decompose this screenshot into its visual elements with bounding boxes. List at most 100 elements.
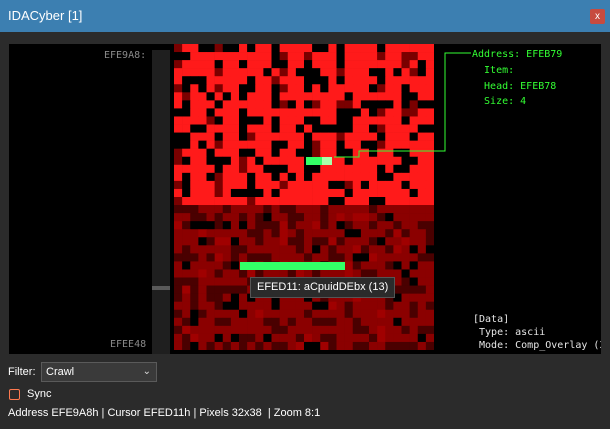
pixel [312, 108, 321, 117]
pixel [401, 293, 410, 302]
pixel [279, 132, 289, 141]
pixel [247, 52, 256, 61]
pixel [279, 92, 289, 101]
pixel [385, 341, 394, 350]
pixel [304, 148, 313, 158]
filter-dropdown[interactable]: Crawl ⌄ [41, 362, 157, 382]
pixel [344, 188, 354, 198]
pixel [328, 68, 337, 77]
pixel [393, 229, 402, 238]
pixel [214, 333, 224, 343]
data-header: [Data] [473, 314, 510, 325]
pixel [304, 76, 313, 85]
pixel [287, 156, 297, 166]
pixel [393, 84, 402, 93]
pixel [174, 213, 183, 222]
pixel [279, 188, 289, 198]
pixel [393, 92, 402, 101]
pixel [279, 108, 289, 117]
pixel [255, 317, 264, 327]
pixel [295, 164, 305, 174]
pixel [360, 317, 370, 327]
pixel [360, 124, 370, 133]
pixel [377, 221, 386, 230]
pixel [360, 172, 370, 182]
pixel [425, 172, 434, 182]
pixel [417, 205, 427, 214]
pixel [198, 132, 207, 141]
pixel [425, 148, 434, 158]
sync-checkbox[interactable] [9, 389, 20, 400]
pixel [295, 148, 305, 158]
pixel [287, 60, 297, 69]
pixel [182, 132, 191, 141]
pixel [304, 341, 313, 350]
pixel [344, 301, 354, 311]
pixel [198, 309, 207, 319]
pixel [369, 333, 378, 343]
pixel [174, 301, 183, 311]
sync-label[interactable]: Sync [27, 388, 51, 400]
scrollbar-thumb[interactable] [152, 286, 170, 290]
pixel [174, 44, 183, 53]
highlighted-item[interactable] [306, 157, 322, 165]
vertical-scrollbar[interactable] [152, 50, 170, 354]
pixel [385, 140, 394, 149]
pixel [401, 44, 410, 53]
highlighted-item[interactable] [240, 262, 345, 270]
pixel [198, 156, 207, 166]
pixel [409, 60, 419, 69]
pixel [425, 333, 434, 343]
pixel [336, 140, 345, 149]
pixel [239, 44, 248, 53]
pixel [182, 245, 191, 254]
pixel [352, 237, 362, 246]
pixel [239, 84, 248, 93]
pixel [425, 277, 434, 286]
pixel [263, 156, 272, 166]
pixel [336, 116, 345, 125]
pixel [214, 285, 224, 294]
pixel [279, 68, 289, 77]
pixel [320, 164, 329, 174]
pixel [287, 76, 297, 85]
pixel [360, 205, 370, 214]
pixel [263, 124, 272, 133]
pixel [328, 325, 337, 335]
pixel [230, 84, 240, 93]
pixel [369, 261, 378, 270]
pixel [190, 68, 199, 77]
pixel [369, 148, 378, 158]
pixel [287, 164, 297, 174]
pixel-viewer[interactable]: EFE9A8: EFEE48 Address: EFEB79 Item: Hea… [9, 44, 601, 354]
pixel [230, 156, 240, 166]
pixel [222, 140, 232, 149]
pixel [393, 108, 402, 117]
pixel [401, 317, 410, 327]
pixel [369, 44, 378, 53]
pixel [174, 309, 183, 319]
pixel [182, 92, 191, 101]
pixel [377, 341, 386, 350]
pixel [263, 309, 272, 319]
pixel [182, 261, 191, 270]
pixel [360, 156, 370, 166]
pixel [320, 76, 329, 85]
pixel [336, 124, 345, 133]
pixel [417, 285, 427, 294]
pixel [271, 309, 280, 319]
pixel [230, 221, 240, 230]
pixel [182, 76, 191, 85]
pixel [198, 269, 207, 278]
pixel [393, 197, 402, 206]
pixel [255, 221, 264, 230]
pixel [304, 197, 313, 206]
close-button[interactable]: x [590, 9, 605, 24]
pixel [222, 221, 232, 230]
pixel-grid[interactable] [174, 44, 434, 350]
pixel [352, 333, 362, 343]
pixel [393, 237, 402, 246]
pixel [239, 269, 248, 278]
pixel [247, 188, 256, 198]
highlighted-item[interactable] [322, 157, 332, 165]
